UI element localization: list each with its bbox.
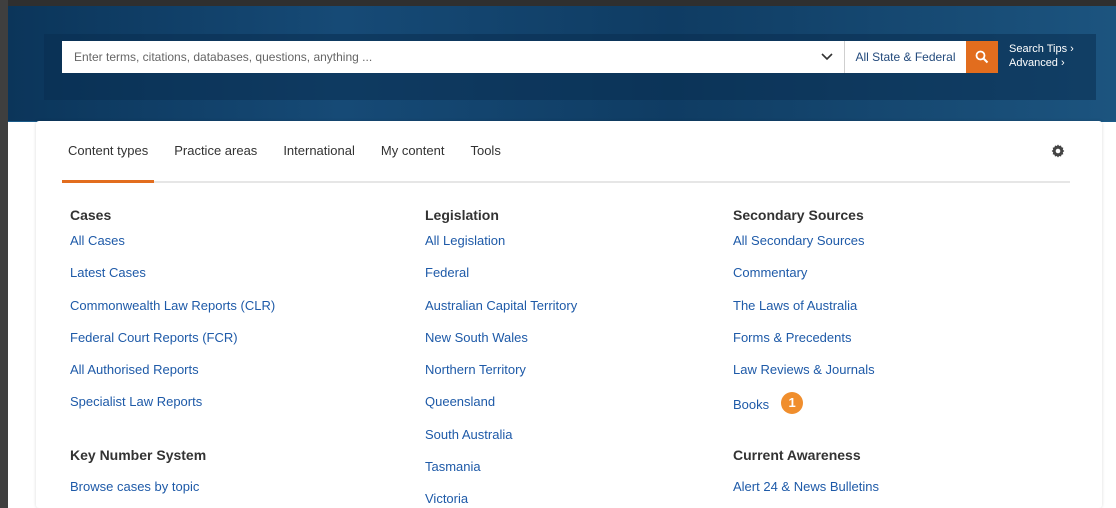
link-all-legislation[interactable]: All Legislation xyxy=(425,233,577,265)
link-federal[interactable]: Federal xyxy=(425,265,577,297)
chevron-down-icon xyxy=(821,53,833,61)
gear-icon[interactable] xyxy=(1050,143,1066,159)
link-browse-cases-by-topic[interactable]: Browse cases by topic xyxy=(70,479,199,494)
tab-international[interactable]: International xyxy=(283,139,355,181)
search-bar: All State & Federal xyxy=(62,41,998,73)
link-laws-of-australia[interactable]: The Laws of Australia xyxy=(733,298,875,330)
jurisdiction-selector[interactable]: All State & Federal xyxy=(844,41,966,73)
link-authorised-reports[interactable]: All Authorised Reports xyxy=(70,362,275,394)
current-awareness-heading: Current Awareness xyxy=(733,447,861,463)
search-button[interactable] xyxy=(966,41,998,73)
tab-my-content[interactable]: My content xyxy=(381,139,445,181)
link-alert-24[interactable]: Alert 24 & News Bulletins xyxy=(733,479,879,494)
callout-badge: 1 xyxy=(781,392,804,415)
link-qld[interactable]: Queensland xyxy=(425,394,577,426)
search-links: Search Tips › Advanced › xyxy=(1009,42,1074,70)
cases-heading: Cases xyxy=(70,207,112,223)
link-act[interactable]: Australian Capital Territory xyxy=(425,298,577,330)
link-tas[interactable]: Tasmania xyxy=(425,459,577,491)
legislation-column: Legislation All Legislation Federal Aust… xyxy=(425,207,577,508)
link-all-cases[interactable]: All Cases xyxy=(70,233,275,265)
link-forms-precedents[interactable]: Forms & Precedents xyxy=(733,330,875,362)
cases-column: Cases All Cases Latest Cases Commonwealt… xyxy=(70,207,275,427)
key-number-heading: Key Number System xyxy=(70,447,207,463)
advanced-search-link[interactable]: Advanced › xyxy=(1009,56,1074,70)
secondary-sources-heading: Secondary Sources xyxy=(733,207,864,223)
link-nt[interactable]: Northern Territory xyxy=(425,362,577,394)
link-law-reviews-journals[interactable]: Law Reviews & Journals xyxy=(733,362,875,394)
link-fcr[interactable]: Federal Court Reports (FCR) xyxy=(70,330,275,362)
window-edge xyxy=(0,0,8,508)
search-tips-link[interactable]: Search Tips › xyxy=(1009,42,1074,56)
tab-practice-areas[interactable]: Practice areas xyxy=(174,139,257,181)
link-vic[interactable]: Victoria xyxy=(425,491,577,508)
legislation-heading: Legislation xyxy=(425,207,499,223)
link-latest-cases[interactable]: Latest Cases xyxy=(70,265,275,297)
link-specialist-reports[interactable]: Specialist Law Reports xyxy=(70,394,275,426)
secondary-sources-column: Secondary Sources All Secondary Sources … xyxy=(733,207,875,427)
tab-bar: Content types Practice areas Internation… xyxy=(61,139,1070,183)
link-nsw[interactable]: New South Wales xyxy=(425,330,577,362)
link-all-secondary-sources[interactable]: All Secondary Sources xyxy=(733,233,875,265)
link-books[interactable]: Books xyxy=(733,398,769,413)
search-dropdown-toggle[interactable] xyxy=(810,41,844,73)
link-sa[interactable]: South Australia xyxy=(425,427,577,459)
link-clr[interactable]: Commonwealth Law Reports (CLR) xyxy=(70,298,275,330)
tab-content-types[interactable]: Content types xyxy=(61,139,155,183)
books-row: Books 1 xyxy=(733,392,875,426)
search-input[interactable] xyxy=(62,41,844,73)
link-commentary[interactable]: Commentary xyxy=(733,265,875,297)
tab-tools[interactable]: Tools xyxy=(470,139,500,181)
browse-panel: Content types Practice areas Internation… xyxy=(36,121,1102,508)
search-icon xyxy=(975,50,989,64)
